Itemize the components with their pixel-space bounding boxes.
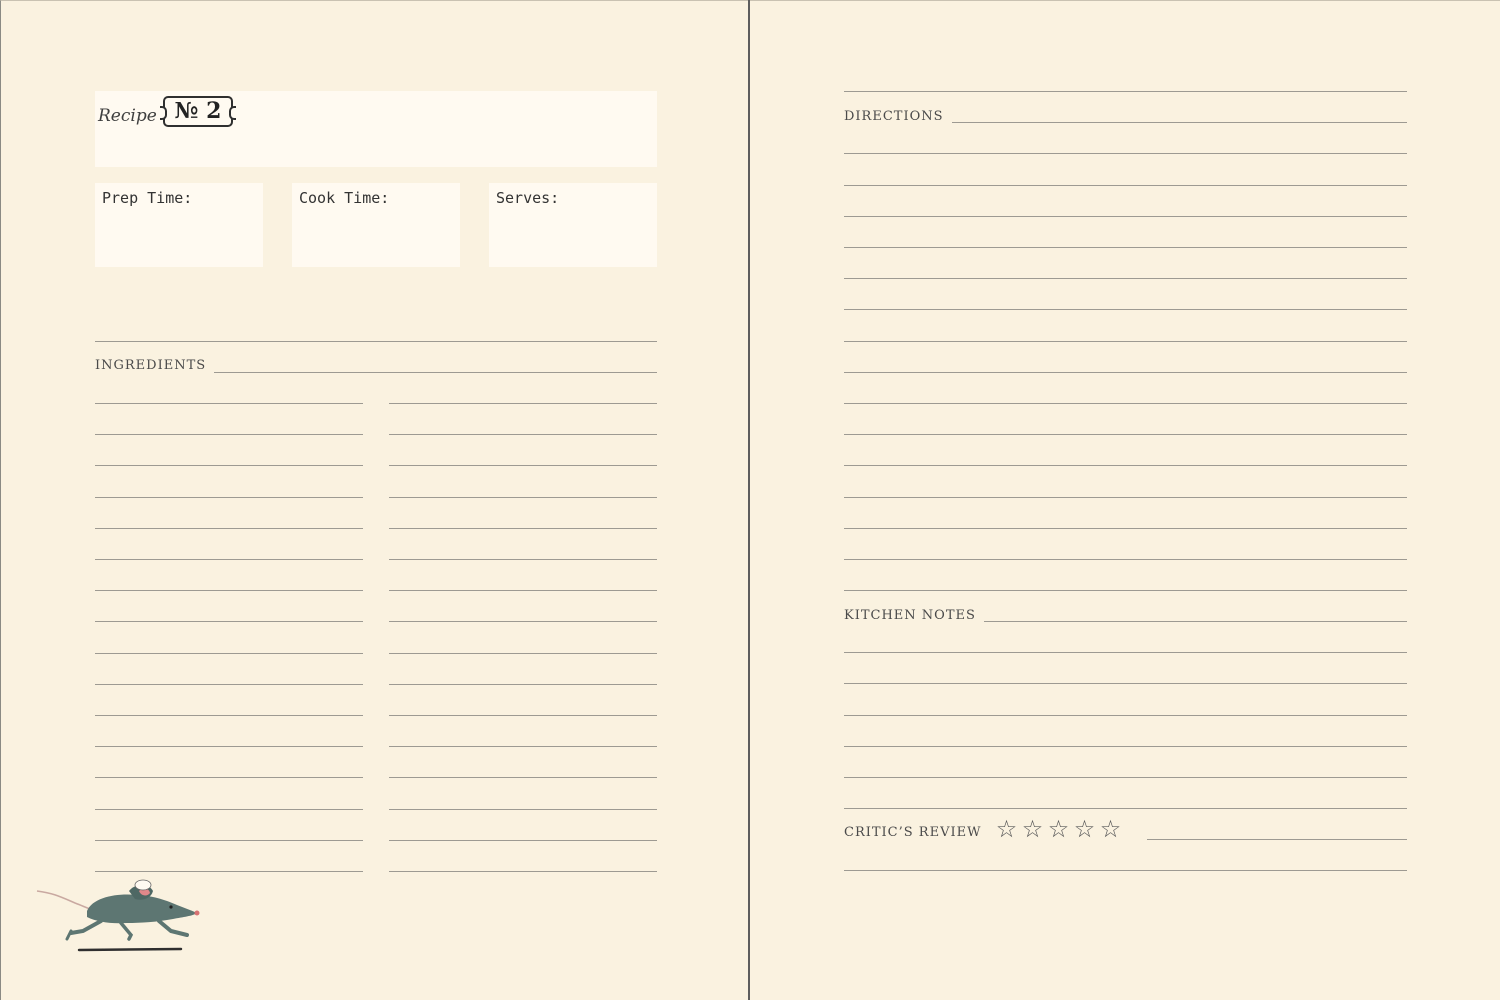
directions-line[interactable] <box>844 91 1407 92</box>
ingredient-line[interactable] <box>95 590 363 592</box>
directions-line[interactable] <box>844 184 1407 186</box>
ingredient-line[interactable] <box>95 403 363 404</box>
kitchen-notes-line[interactable] <box>844 745 1407 747</box>
ingredients-label: INGREDIENTS <box>95 358 215 374</box>
star-1-icon[interactable]: ☆ <box>995 815 1021 843</box>
ingredient-line[interactable] <box>389 839 657 841</box>
ingredient-line[interactable] <box>95 839 363 841</box>
ingredient-line[interactable] <box>389 434 657 436</box>
chef-rat-icon <box>36 879 200 952</box>
directions-line[interactable] <box>844 309 1407 311</box>
ingredient-line[interactable] <box>95 559 363 560</box>
ingredient-line[interactable] <box>95 746 363 748</box>
ingredient-line[interactable] <box>389 746 657 748</box>
directions-line[interactable] <box>844 153 1407 155</box>
ingredients-top-rule <box>95 341 657 342</box>
critics-review-rule <box>1147 839 1407 840</box>
book-gutter <box>748 0 750 1000</box>
recipe-number-badge: № 2 <box>160 96 236 127</box>
critics-review-label: CRITIC’S REVIEW <box>844 825 990 841</box>
ingredient-line[interactable] <box>389 403 657 404</box>
directions-line[interactable] <box>844 559 1407 560</box>
directions-line[interactable] <box>844 496 1407 498</box>
recipe-journal-spread: Recipe № 2 Prep Time: Cook Time: Serves:… <box>0 0 1500 1000</box>
kitchen-notes-line[interactable] <box>844 683 1407 685</box>
prep-time-label: Prep Time: <box>102 189 193 207</box>
ingredient-line[interactable] <box>389 871 657 872</box>
kitchen-notes-line[interactable] <box>844 652 1407 654</box>
ingredient-line[interactable] <box>389 808 657 810</box>
directions-line[interactable] <box>844 403 1407 404</box>
kitchen-notes-line[interactable] <box>844 777 1407 778</box>
ingredient-line[interactable] <box>95 527 363 529</box>
left-page: Recipe № 2 Prep Time: Cook Time: Serves:… <box>0 0 749 1000</box>
star-2-icon[interactable]: ☆ <box>1021 815 1047 843</box>
ingredient-line[interactable] <box>95 652 363 654</box>
ingredient-line[interactable] <box>389 465 657 467</box>
ingredient-line[interactable] <box>95 465 363 467</box>
ingredient-line[interactable] <box>389 496 657 498</box>
star-3-icon[interactable]: ☆ <box>1047 815 1073 843</box>
critics-review-bottom-rule <box>844 870 1407 871</box>
recipe-label: Recipe <box>98 106 157 126</box>
ingredient-line[interactable] <box>389 715 657 716</box>
ingredient-line[interactable] <box>389 652 657 654</box>
ingredient-line[interactable] <box>95 434 363 436</box>
ingredient-line[interactable] <box>95 496 363 498</box>
serves-field[interactable]: Serves: <box>489 183 657 267</box>
ingredient-line[interactable] <box>389 621 657 623</box>
kitchen-notes-line[interactable] <box>844 714 1407 716</box>
directions-line[interactable] <box>844 527 1407 529</box>
directions-line[interactable] <box>844 278 1407 280</box>
directions-line[interactable] <box>844 215 1407 217</box>
directions-label: DIRECTIONS <box>844 109 952 125</box>
ingredient-line[interactable] <box>95 777 363 779</box>
prep-time-field[interactable]: Prep Time: <box>95 183 263 267</box>
kitchen-notes-label: KITCHEN NOTES <box>844 608 984 624</box>
directions-line[interactable] <box>844 465 1407 467</box>
ingredient-line[interactable] <box>389 683 657 685</box>
star-5-icon[interactable]: ☆ <box>1099 815 1125 843</box>
directions-line[interactable] <box>844 434 1407 436</box>
ingredient-line[interactable] <box>389 590 657 592</box>
cook-time-label: Cook Time: <box>299 189 390 207</box>
ingredient-line[interactable] <box>389 527 657 529</box>
kitchen-notes-line[interactable] <box>844 808 1407 810</box>
ingredient-line[interactable] <box>95 621 363 623</box>
directions-line[interactable] <box>844 590 1407 592</box>
serves-label: Serves: <box>496 189 560 207</box>
star-4-icon[interactable]: ☆ <box>1073 815 1099 843</box>
ingredient-line[interactable] <box>95 808 363 810</box>
ingredient-line[interactable] <box>95 871 363 872</box>
directions-line[interactable] <box>844 371 1407 373</box>
ingredient-line[interactable] <box>95 683 363 685</box>
recipe-title-field[interactable]: Recipe № 2 <box>95 91 657 167</box>
right-page: DIRECTIONS KITCHEN NOTES CRITIC’S REVIEW <box>750 0 1500 1000</box>
directions-line[interactable] <box>844 340 1407 342</box>
ingredient-line[interactable] <box>389 559 657 560</box>
star-rating[interactable]: ☆☆☆☆☆ <box>995 815 1125 844</box>
cook-time-field[interactable]: Cook Time: <box>292 183 460 267</box>
directions-line[interactable] <box>844 247 1407 248</box>
ingredient-line[interactable] <box>95 715 363 716</box>
ingredient-line[interactable] <box>389 777 657 779</box>
